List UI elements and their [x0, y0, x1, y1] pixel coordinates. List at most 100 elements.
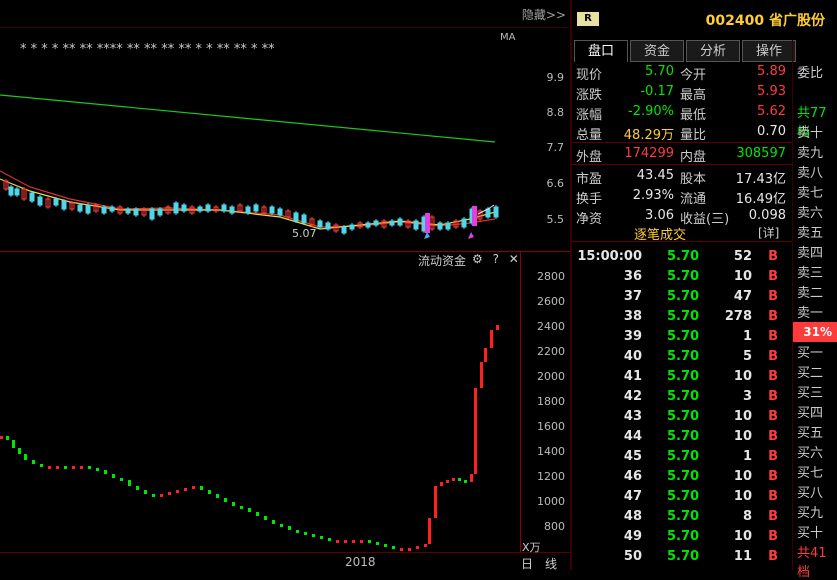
trade-row: 38 5.70 278 B [572, 307, 792, 327]
trade-vol: 52 [733, 249, 752, 264]
fund-flow-bar [272, 520, 275, 524]
chart-top-bar: 隐藏>> [0, 0, 570, 28]
trade-side: B [768, 309, 778, 324]
candle-body [53, 198, 59, 206]
quote-label: 流通 [680, 192, 707, 207]
fund-flow-bar [64, 466, 67, 469]
trade-price: 5.70 [667, 489, 700, 504]
unit-label: X万 [522, 541, 541, 554]
quote-label: 市盈 [576, 172, 603, 187]
candle-body [229, 206, 235, 214]
quote-label: 今开 [680, 68, 707, 83]
gear-icon[interactable]: ⚙ [472, 252, 483, 266]
fund-flow-bar [480, 362, 483, 388]
tab-handicap[interactable]: 盘口 [574, 40, 628, 62]
buy-level-label: 买三 [797, 386, 824, 401]
quote-label: 总量 [576, 128, 603, 143]
fund-flow-tick: 1000 [537, 495, 565, 508]
quote-value: 174299 [624, 146, 674, 161]
candlestick-chart[interactable]: * * * * ** ** **** ** ** ** ** * * ** **… [0, 29, 520, 251]
buy-level-label: 买四 [797, 406, 824, 421]
trade-detail-button[interactable]: [详] [758, 224, 779, 241]
candle-body [125, 208, 131, 214]
signal-arrow [468, 232, 474, 239]
fund-flow-bar [88, 466, 91, 469]
trade-price: 5.70 [667, 269, 700, 284]
fund-flow-bar [200, 486, 203, 490]
quote-value: -2.90% [628, 104, 674, 119]
trade-price: 5.70 [667, 309, 700, 324]
quote-label: 涨幅 [576, 108, 603, 123]
fund-flow-bar [304, 532, 307, 535]
fund-flow-bar [32, 460, 35, 464]
fund-flow-bar [446, 480, 449, 483]
trade-vol: 3 [742, 389, 752, 404]
fund-flow-bar [40, 464, 43, 467]
fund-flow-bar [136, 486, 139, 490]
trade-vol: 10 [733, 269, 752, 284]
line-button[interactable]: 线 [545, 555, 557, 572]
trade-vol: 10 [733, 369, 752, 384]
close-icon[interactable]: ✕ [509, 252, 519, 266]
trade-list-header: 逐笔成交 [详] [572, 222, 792, 243]
fund-flow-bar [408, 548, 411, 551]
quote-row: 涨幅 -2.90% 最低 5.62 [572, 102, 792, 123]
trade-row: 41 5.70 10 B [572, 367, 792, 387]
price-axis: 9.9 8.8 7.7 6.6 5.5 [520, 29, 568, 251]
candle-body [61, 200, 67, 210]
entrust-ratio-value: 31% [793, 322, 837, 342]
trade-side: B [768, 409, 778, 424]
fund-flow-bar [120, 478, 123, 481]
r-badge: R [577, 12, 599, 26]
quote-value: -0.17 [640, 84, 674, 99]
fund-flow-tick: 1800 [537, 395, 565, 408]
buy-level-label: 买九 [797, 506, 824, 521]
signal-arrow [424, 232, 430, 239]
trade-vol: 278 [724, 309, 752, 324]
sell-level-label: 卖一 [797, 306, 824, 321]
price-tick: 5.5 [546, 213, 565, 226]
fund-flow-chart[interactable] [0, 268, 520, 552]
fund-flow-bar [470, 474, 473, 482]
tab-funds[interactable]: 资金 [630, 40, 684, 62]
trade-list-title: 逐笔成交 [634, 228, 687, 243]
fund-flow-bar [176, 490, 179, 493]
trade-vol: 47 [733, 289, 752, 304]
trade-vol: 8 [742, 509, 752, 524]
candle-body [293, 212, 299, 222]
total-buy-levels: 共41档 [797, 546, 827, 580]
fund-flow-bar [152, 494, 155, 497]
trade-time: 41 [623, 369, 642, 384]
fund-flow-bar [400, 548, 403, 551]
tab-operate[interactable]: 操作 [742, 40, 796, 62]
candle-body [253, 204, 259, 212]
fund-flow-bar [368, 540, 371, 543]
trade-price: 5.70 [667, 529, 700, 544]
trade-row: 49 5.70 10 B [572, 527, 792, 547]
candle-body [37, 196, 43, 206]
trade-row: 39 5.70 1 B [572, 327, 792, 347]
candle-body [197, 206, 203, 212]
price-tick: 8.8 [546, 106, 565, 119]
fund-flow-bar [360, 540, 363, 543]
help-icon[interactable]: ? [493, 252, 499, 266]
candle-body [157, 208, 163, 216]
trade-price: 5.70 [667, 369, 700, 384]
fund-flow-bar [192, 486, 195, 489]
candle-body [14, 188, 20, 196]
fund-flow-bar [18, 448, 21, 454]
low-price-label: 5.07 [292, 227, 317, 240]
trade-row: 37 5.70 47 B [572, 287, 792, 307]
candle-body [181, 204, 187, 212]
day-button[interactable]: 日 [521, 555, 533, 572]
hide-panel-button[interactable]: 隐藏>> [522, 6, 566, 23]
trade-time: 49 [623, 529, 642, 544]
trade-vol: 10 [733, 529, 752, 544]
quote-label: 外盘 [576, 150, 603, 165]
fund-flow-bar [490, 330, 493, 348]
trade-row: 43 5.70 10 B [572, 407, 792, 427]
trade-vol: 1 [742, 329, 752, 344]
trade-side: B [768, 369, 778, 384]
tab-analysis[interactable]: 分析 [686, 40, 740, 62]
trade-side: B [768, 529, 778, 544]
